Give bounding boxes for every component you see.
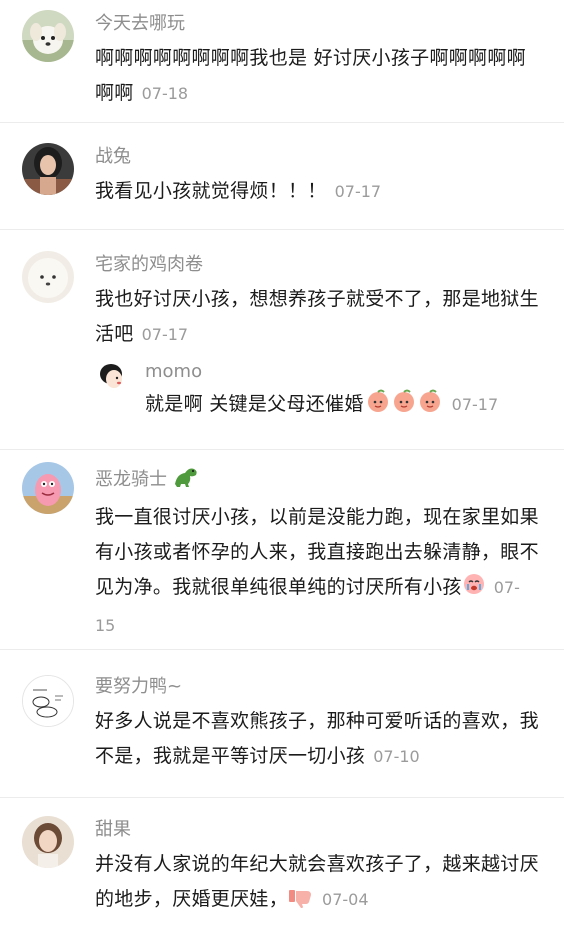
comment-item[interactable]: 战兔 我看见小孩就觉得烦！！！ 07-17 xyxy=(0,122,564,229)
comment-text: 好多人说是不喜欢熊孩子，那种可爱听话的喜欢，我不是，我就是平等讨厌一切小孩 07-… xyxy=(95,704,540,774)
username[interactable]: 恶龙骑士 xyxy=(95,464,540,495)
dinosaur-emoji xyxy=(171,464,201,495)
reply-body: 就是啊 关键是父母还催婚 xyxy=(145,393,364,415)
username[interactable]: 要努力鸭~ xyxy=(95,675,540,699)
sketch-drawing-avatar[interactable] xyxy=(22,675,74,727)
peach-face-emoji xyxy=(366,389,444,425)
username-text[interactable]: 甜果 xyxy=(95,818,131,842)
comment-text: 我一直很讨厌小孩，以前是没能力跑，现在家里如果有小孩或者怀孕的人来，我直接跑出去… xyxy=(95,500,540,643)
comment-text: 我也好讨厌小孩，想想养孩子就受不了，那是地狱生活吧 07-17 xyxy=(95,282,540,352)
username-text[interactable]: 宅家的鸡肉卷 xyxy=(95,253,203,277)
username[interactable]: 今天去哪玩 xyxy=(95,12,540,36)
comment-text: 我看见小孩就觉得烦！！！ 07-17 xyxy=(95,174,540,209)
woman-photo-avatar[interactable] xyxy=(22,143,74,195)
comment-text: 啊啊啊啊啊啊啊啊我也是 好讨厌小孩子啊啊啊啊啊啊啊 07-18 xyxy=(95,41,540,111)
thumbs-down-emoji xyxy=(288,885,314,920)
username[interactable]: 战兔 xyxy=(95,145,540,169)
comment-body: 我看见小孩就觉得烦！！！ xyxy=(95,180,327,202)
comment-date: 07-17 xyxy=(334,182,382,201)
reply-username[interactable]: momo xyxy=(145,360,540,384)
fluffy-dog-avatar[interactable] xyxy=(22,251,74,303)
username[interactable]: 甜果 xyxy=(95,818,540,842)
comment-item[interactable]: 要努力鸭~ 好多人说是不喜欢熊孩子，那种可爱听话的喜欢，我不是，我就是平等讨厌一… xyxy=(0,649,564,797)
username-text[interactable]: 战兔 xyxy=(95,145,131,169)
reply-date: 07-17 xyxy=(451,395,499,414)
username-text[interactable]: 要努力鸭~ xyxy=(95,675,182,699)
cartoon-patrick-avatar[interactable] xyxy=(22,462,74,514)
comment-item[interactable]: 宅家的鸡肉卷 我也好讨厌小孩，想想养孩子就受不了，那是地狱生活吧 07-17 mo… xyxy=(0,229,564,449)
comment-item[interactable]: 甜果 并没有人家说的年纪大就会喜欢孩子了，越来越讨厌的地步，厌婚更厌娃， 07-… xyxy=(0,797,564,922)
username-text[interactable]: 今天去哪玩 xyxy=(95,12,185,36)
comment-date: 07-04 xyxy=(322,890,369,909)
reply-item[interactable]: momo 就是啊 关键是父母还催婚 07-17 xyxy=(95,360,540,425)
crying-face-emoji xyxy=(462,572,486,608)
username-text[interactable]: momo xyxy=(145,360,202,384)
white-puppy-avatar[interactable] xyxy=(22,10,74,62)
comment-item[interactable]: 恶龙骑士 我一直很讨厌小孩，以前是没能力跑，现在家里如果有小孩或者怀孕的人来，我… xyxy=(0,449,564,649)
comment-date: 07-17 xyxy=(141,325,189,344)
username[interactable]: 宅家的鸡肉卷 xyxy=(95,253,540,277)
comment-date: 07-10 xyxy=(373,747,420,766)
comment-body: 并没有人家说的年纪大就会喜欢孩子了，越来越讨厌的地步，厌婚更厌娃， xyxy=(95,853,539,910)
comment-text: 并没有人家说的年纪大就会喜欢孩子了，越来越讨厌的地步，厌婚更厌娃， 07-04 xyxy=(95,847,540,920)
comment-item[interactable]: 今天去哪玩 啊啊啊啊啊啊啊啊我也是 好讨厌小孩子啊啊啊啊啊啊啊 07-18 xyxy=(0,0,564,122)
girl-photo-avatar[interactable] xyxy=(22,816,74,868)
comment-body: 好多人说是不喜欢熊孩子，那种可爱听话的喜欢，我不是，我就是平等讨厌一切小孩 xyxy=(95,710,539,767)
comment-date: 07-18 xyxy=(141,84,189,103)
comment-list: 今天去哪玩 啊啊啊啊啊啊啊啊我也是 好讨厌小孩子啊啊啊啊啊啊啊 07-18 战兔 … xyxy=(0,0,564,922)
username-text[interactable]: 恶龙骑士 xyxy=(95,468,167,492)
reply-text: 就是啊 关键是父母还催婚 07-17 xyxy=(145,387,540,425)
cartoon-girl-avatar[interactable] xyxy=(95,360,131,396)
